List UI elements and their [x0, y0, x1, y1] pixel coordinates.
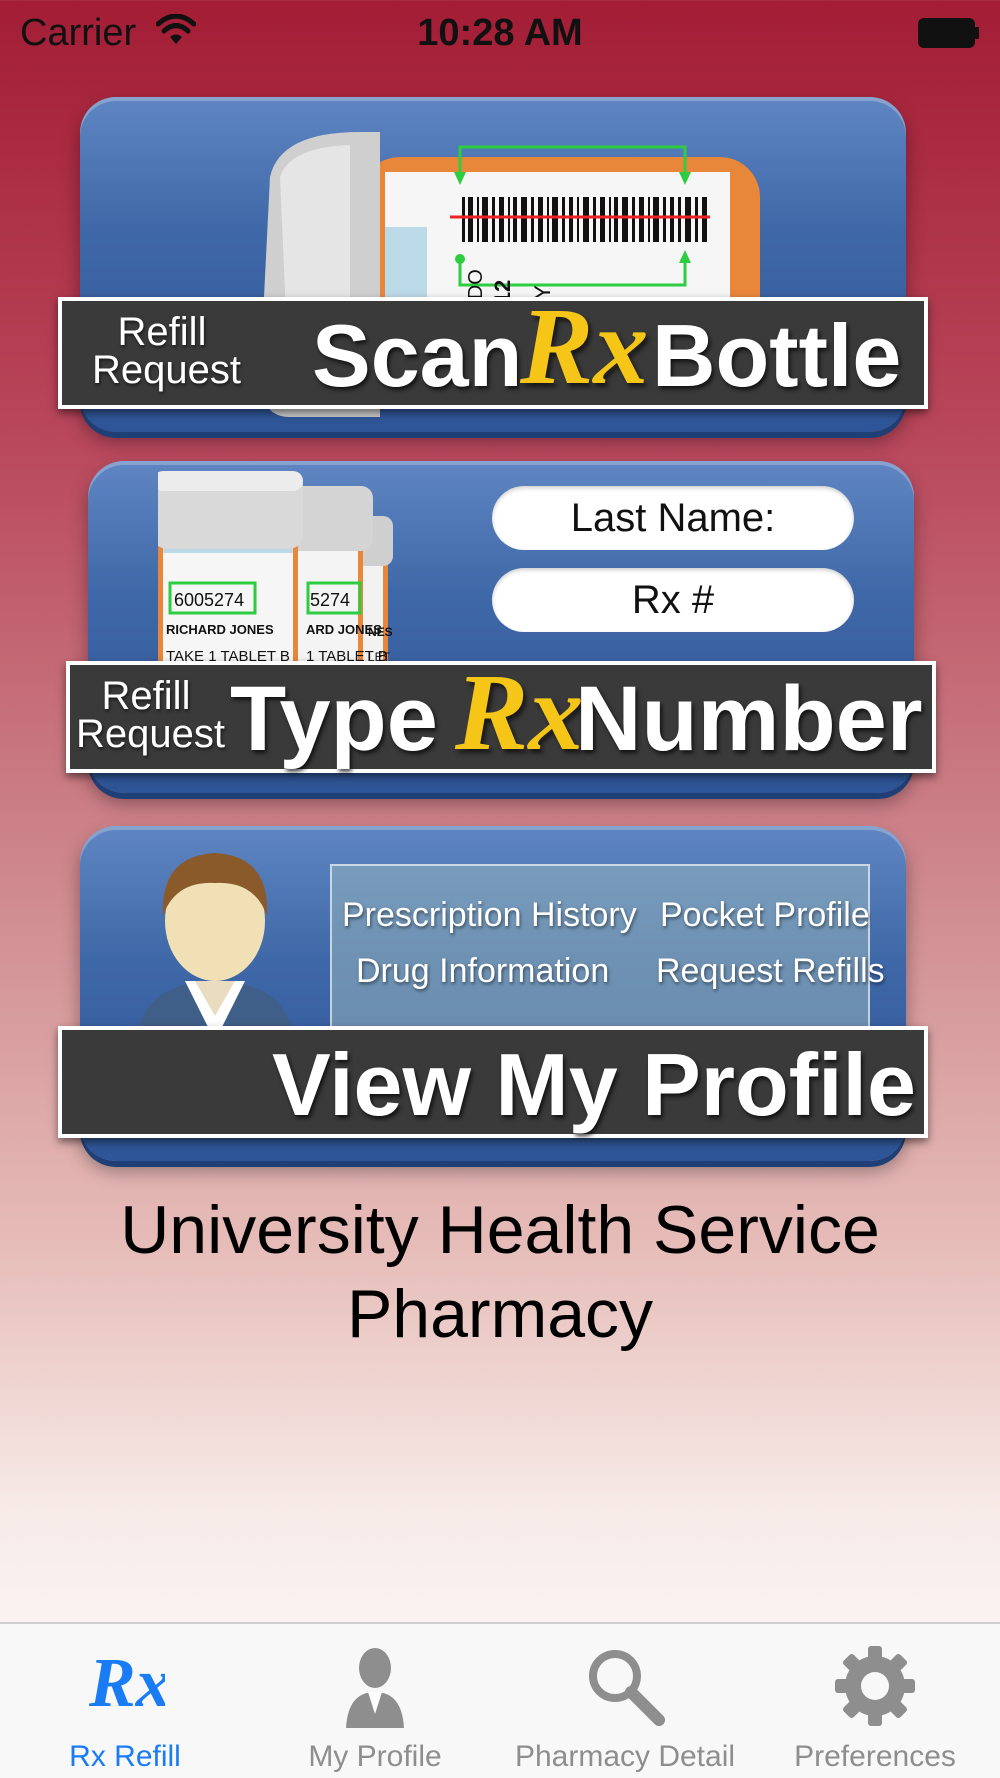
pocket-profile-label: Pocket Profile [660, 896, 870, 934]
bottle-word: Bottle [652, 306, 902, 405]
scan-rx-bottle-card[interactable]: 5/2012 DAILY ENE-DO Refill Request Scan … [58, 97, 928, 432]
gear-icon [835, 1646, 915, 1726]
search-icon [589, 1650, 665, 1726]
type-word: Type [230, 668, 438, 770]
tab-preferences[interactable]: Preferences [750, 1624, 1000, 1778]
tab-pharmacy-detail[interactable]: Pharmacy Detail [500, 1624, 750, 1778]
status-bar: Carrier 10:28 AM [0, 0, 1000, 70]
rx-icon: Rx [88, 1645, 165, 1722]
refill-request-label: Refill Request [92, 310, 241, 392]
scan-word: Scan [312, 306, 523, 405]
bottle-patient-name-3: NES [368, 625, 393, 639]
bottle-rx-number-2: 5274 [310, 590, 350, 610]
person-avatar-illustration [135, 853, 295, 1041]
bottle-rx-number-1: 6005274 [174, 590, 244, 610]
tab-rx-refill-label: Rx Refill [69, 1740, 181, 1773]
rx-logo: Rx [455, 651, 584, 773]
svg-text:Rx: Rx [88, 1645, 165, 1722]
pharmacy-name: University Health Service Pharmacy [0, 1188, 1000, 1356]
tab-rx-refill[interactable]: Rx Rx Refill [0, 1624, 250, 1778]
view-my-profile-text: View My Profile [272, 1035, 916, 1134]
last-name-field-label: Last Name: [570, 496, 776, 540]
tab-preferences-label: Preferences [794, 1740, 956, 1773]
scan-rx-bottle-banner: Refill Request Scan Rx Bottle [58, 285, 928, 409]
view-my-profile-banner: View My Profile [58, 1026, 928, 1138]
type-rx-number-banner: Refill Request Type Rx Number [66, 651, 936, 773]
view-my-profile-card[interactable]: Prescription History Pocket Profile Drug… [58, 826, 928, 1161]
bottle-patient-name-1: RICHARD JONES [166, 622, 274, 637]
profile-features-panel: Prescription History Pocket Profile Drug… [330, 864, 885, 1034]
tab-pharmacy-detail-label: Pharmacy Detail [514, 1740, 736, 1773]
rx-number-field: Rx # [492, 568, 854, 632]
last-name-field: Last Name: [492, 486, 854, 550]
rx-logo: Rx [520, 285, 649, 407]
type-rx-number-card[interactable]: 6005274 5274 RICHARD JONES ARD JONES NES… [66, 461, 936, 793]
tab-bar: Rx Rx Refill My Profile Pharmacy Detail [0, 1622, 1000, 1778]
prescription-history-label: Prescription History [342, 896, 637, 934]
tab-my-profile[interactable]: My Profile [250, 1624, 500, 1778]
battery-icon [918, 18, 979, 48]
tab-my-profile-label: My Profile [308, 1740, 442, 1773]
pharmacy-name-line2: Pharmacy [346, 1276, 654, 1352]
pharmacy-name-line1: University Health Service [120, 1192, 880, 1268]
number-word: Number [575, 668, 923, 770]
request-refills-label: Request Refills [656, 952, 885, 990]
person-icon [346, 1648, 404, 1728]
status-time: 10:28 AM [417, 12, 583, 54]
rx-number-field-label: Rx # [631, 578, 715, 622]
drug-information-label: Drug Information [356, 952, 610, 990]
refill-request-label: Refill Request [76, 674, 225, 756]
